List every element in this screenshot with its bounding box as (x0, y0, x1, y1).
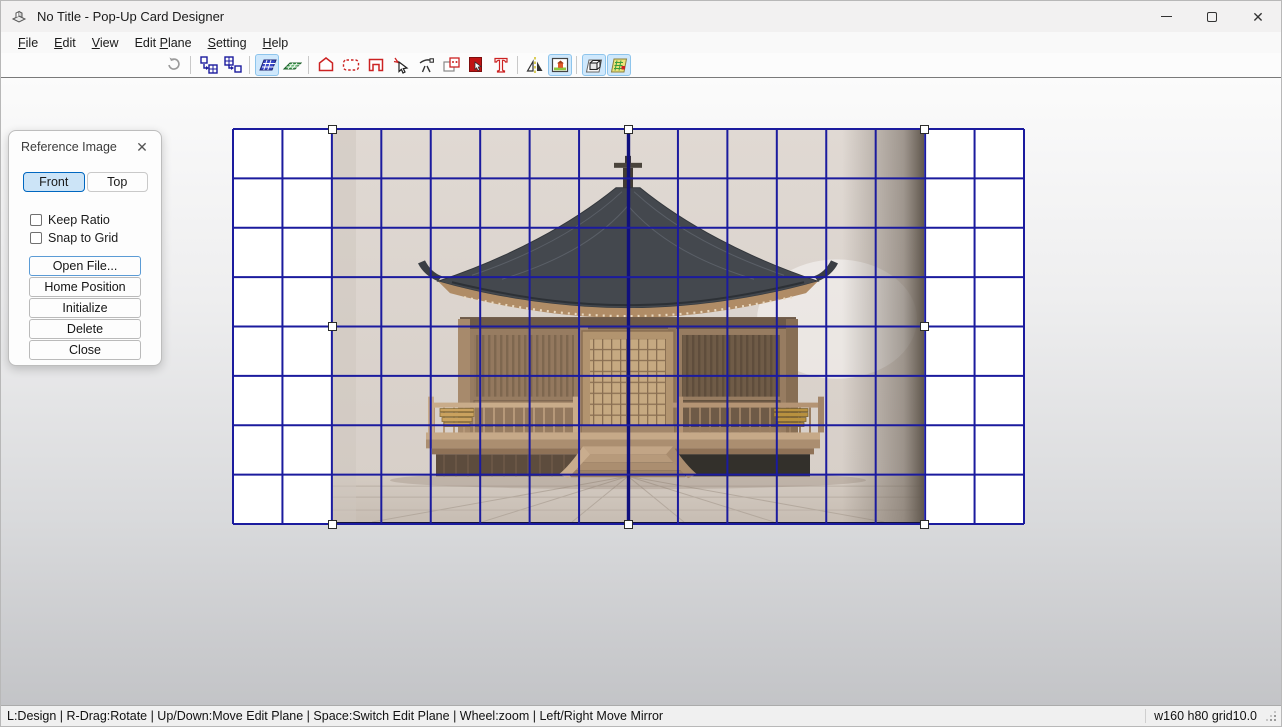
reference-image-icon[interactable] (548, 54, 572, 76)
resize-handle[interactable] (328, 520, 337, 529)
maximize-icon (1207, 12, 1217, 22)
minimize-button[interactable] (1143, 1, 1189, 32)
maximize-button[interactable] (1189, 1, 1235, 32)
texture-page-icon[interactable] (607, 54, 631, 76)
delete-button[interactable]: Delete (29, 319, 141, 339)
notch-rect-icon[interactable] (364, 54, 388, 76)
toolbar-separator (249, 56, 250, 74)
close-button[interactable]: ✕ (1235, 1, 1281, 32)
minimize-icon (1161, 16, 1172, 17)
mirror-icon[interactable] (523, 54, 547, 76)
anchor-tool-icon[interactable] (414, 54, 438, 76)
reference-image-photo (332, 130, 924, 522)
toolbar-separator (308, 56, 309, 74)
toolbar (1, 53, 1281, 78)
front-button[interactable]: Front (23, 172, 85, 192)
window-title: No Title - Pop-Up Card Designer (37, 9, 224, 24)
cursor-tool-icon[interactable] (389, 54, 413, 76)
fill-rect-cursor-icon[interactable] (464, 54, 488, 76)
keep-ratio-label: Keep Ratio (48, 213, 110, 227)
toolbar-separator (576, 56, 577, 74)
resize-handle[interactable] (624, 125, 633, 134)
snap-to-grid-label: Snap to Grid (48, 231, 118, 245)
status-bar: L:Design | R-Drag:Rotate | Up/Down:Move … (1, 705, 1281, 726)
popup-card-icon (11, 9, 27, 25)
dialog-close-icon[interactable]: ✕ (133, 138, 151, 156)
duplicate-rect-icon[interactable] (439, 54, 463, 76)
redo-icon[interactable] (162, 54, 186, 76)
design-canvas[interactable]: Reference Image ✕ Front Top Keep Ratio S… (1, 78, 1281, 705)
keep-ratio-checkbox[interactable] (30, 214, 42, 226)
home-position-button[interactable]: Home Position (29, 277, 141, 297)
top-button[interactable]: Top (87, 172, 149, 192)
view-3d-icon[interactable] (582, 54, 606, 76)
toolbar-separator (190, 56, 191, 74)
menu-setting[interactable]: Setting (200, 34, 255, 52)
resize-grip-icon[interactable] (1265, 710, 1277, 722)
status-grid-info: w160 h80 grid10.0 (1154, 709, 1257, 723)
keep-ratio-row: Keep Ratio (9, 211, 161, 229)
menu-edit-plane[interactable]: Edit Plane (127, 34, 200, 52)
pentagon-outline-icon[interactable] (314, 54, 338, 76)
resize-handle[interactable] (328, 322, 337, 331)
menu-view[interactable]: View (84, 34, 127, 52)
app-window: No Title - Pop-Up Card Designer ✕ File E… (0, 0, 1282, 727)
title-bar: No Title - Pop-Up Card Designer ✕ (1, 1, 1281, 32)
reference-image[interactable] (332, 128, 924, 524)
resize-handle[interactable] (920, 125, 929, 134)
initialize-button[interactable]: Initialize (29, 298, 141, 318)
snap-to-grid-checkbox[interactable] (30, 232, 42, 244)
status-separator (1145, 709, 1146, 723)
toolbar-separator (517, 56, 518, 74)
menu-edit[interactable]: Edit (46, 34, 84, 52)
status-hints: L:Design | R-Drag:Rotate | Up/Down:Move … (7, 709, 663, 723)
resize-handle[interactable] (920, 520, 929, 529)
menu-help[interactable]: Help (255, 34, 297, 52)
menu-file[interactable]: File (10, 34, 46, 52)
square-to-grid-icon[interactable] (196, 54, 220, 76)
resize-handle[interactable] (624, 520, 633, 529)
dialog-title: Reference Image (21, 140, 117, 154)
edit-plane-front-icon[interactable] (255, 54, 279, 76)
menu-bar: File Edit View Edit Plane Setting Help (1, 32, 1281, 53)
close-icon: ✕ (1252, 10, 1264, 24)
open-file-button[interactable]: Open File... (29, 256, 141, 276)
reference-image-dialog: Reference Image ✕ Front Top Keep Ratio S… (8, 130, 162, 366)
edit-plane-top-icon[interactable] (280, 54, 304, 76)
resize-handle[interactable] (920, 322, 929, 331)
snap-to-grid-row: Snap to Grid (9, 229, 161, 247)
close-dialog-button[interactable]: Close (29, 340, 141, 360)
grid-to-square-icon[interactable] (221, 54, 245, 76)
text-tool-icon[interactable] (489, 54, 513, 76)
dashed-rect-icon[interactable] (339, 54, 363, 76)
resize-handle[interactable] (328, 125, 337, 134)
